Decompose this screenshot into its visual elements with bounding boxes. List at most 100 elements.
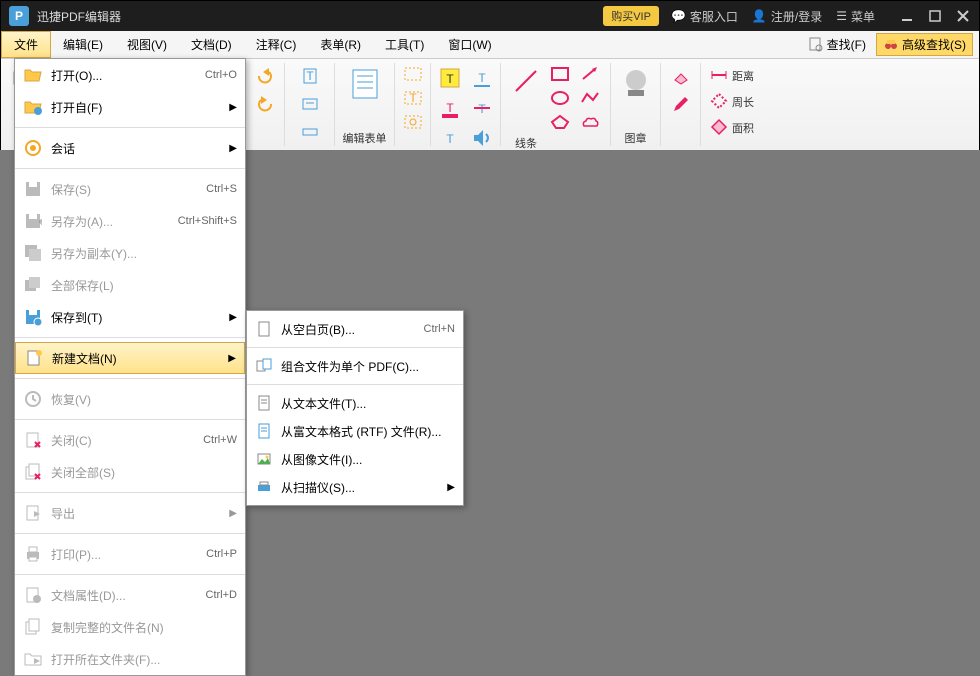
field-tool-1[interactable] bbox=[399, 63, 427, 85]
text-tool-3[interactable]: T bbox=[435, 123, 465, 151]
open-label: 打开(O)... bbox=[51, 67, 205, 84]
redo-button[interactable] bbox=[251, 91, 279, 117]
menu-save[interactable]: 保存(S) Ctrl+S bbox=[15, 173, 245, 205]
save-icon bbox=[23, 179, 43, 199]
menu-document[interactable]: 文档(D) bbox=[179, 31, 244, 58]
hamburger-icon: ☰ bbox=[836, 9, 847, 23]
submenu-from-text[interactable]: 从文本文件(T)... bbox=[247, 389, 463, 417]
submenu-arrow-icon: ▶ bbox=[229, 102, 237, 113]
text-select-tool[interactable]: T bbox=[296, 63, 324, 89]
ellipse-icon bbox=[550, 90, 570, 106]
undo-button[interactable] bbox=[251, 63, 279, 89]
menu-save-copy[interactable]: 另存为副本(Y)... bbox=[15, 237, 245, 269]
menu-new-document[interactable]: 新建文档(N) ▶ bbox=[15, 342, 245, 374]
field-tool-2[interactable]: T bbox=[399, 87, 427, 109]
menu-edit[interactable]: 编辑(E) bbox=[51, 31, 115, 58]
perimeter-tool[interactable]: 周长 bbox=[707, 89, 765, 113]
open-from-label: 打开自(F) bbox=[51, 99, 223, 116]
adv-find-label: 高级查找(S) bbox=[902, 36, 966, 53]
text-box-tool[interactable] bbox=[296, 91, 324, 117]
minimize-button[interactable] bbox=[899, 8, 915, 24]
properties-icon bbox=[23, 585, 43, 605]
polygon-tool[interactable] bbox=[546, 111, 574, 133]
export-icon bbox=[23, 503, 43, 523]
submenu-from-blank[interactable]: 从空白页(B)... Ctrl+N bbox=[247, 315, 463, 343]
close-button[interactable] bbox=[955, 8, 971, 24]
submenu-arrow-icon: ▶ bbox=[229, 508, 237, 519]
menu-print[interactable]: 打印(P)... Ctrl+P bbox=[15, 538, 245, 570]
support-label: 客服入口 bbox=[690, 8, 738, 25]
svg-text:T: T bbox=[478, 71, 486, 85]
submenu-from-image[interactable]: 从图像文件(I)... bbox=[247, 445, 463, 473]
save-cloud-icon bbox=[23, 307, 43, 327]
menu-window[interactable]: 窗口(W) bbox=[436, 31, 503, 58]
stamp-button[interactable] bbox=[615, 63, 657, 105]
find-button[interactable]: 查找(F) bbox=[802, 34, 872, 55]
menu-tool[interactable]: 工具(T) bbox=[373, 31, 436, 58]
save-as-shortcut: Ctrl+Shift+S bbox=[178, 215, 237, 227]
submenu-from-rtf[interactable]: 从富文本格式 (RTF) 文件(R)... bbox=[247, 417, 463, 445]
polyline-icon bbox=[580, 90, 600, 106]
line-tool[interactable] bbox=[508, 63, 544, 133]
menu-copy-filename[interactable]: 复制完整的文件名(N) bbox=[15, 611, 245, 643]
menu-close[interactable]: 关闭(C) Ctrl+W bbox=[15, 424, 245, 456]
menu-save-as[interactable]: ✎ 另存为(A)... Ctrl+Shift+S bbox=[15, 205, 245, 237]
menu-open-folder[interactable]: 打开所在文件夹(F)... bbox=[15, 643, 245, 675]
menu-doc-properties[interactable]: 文档属性(D)... Ctrl+D bbox=[15, 579, 245, 611]
polyline-tool[interactable] bbox=[576, 87, 604, 109]
menu-file[interactable]: 文件 bbox=[1, 31, 51, 58]
ellipse-tool[interactable] bbox=[546, 87, 574, 109]
menu-save-to[interactable]: 保存到(T) ▶ bbox=[15, 301, 245, 333]
login-button[interactable]: 👤 注册/登录 bbox=[752, 8, 822, 25]
menu-session[interactable]: 会话 ▶ bbox=[15, 132, 245, 164]
arrow-icon bbox=[580, 66, 600, 82]
buy-vip-button[interactable]: 购买VIP bbox=[603, 6, 659, 26]
submenu-arrow-icon: ▶ bbox=[447, 482, 455, 493]
hamburger-menu[interactable]: ☰ 菜单 bbox=[836, 8, 875, 25]
undo-icon bbox=[255, 66, 275, 86]
area-tool[interactable]: 面积 bbox=[707, 115, 765, 139]
pencil-tool[interactable] bbox=[667, 91, 695, 117]
menu-comment[interactable]: 注释(C) bbox=[244, 31, 309, 58]
maximize-button[interactable] bbox=[927, 8, 943, 24]
arrow-tool[interactable] bbox=[576, 63, 604, 85]
menu-form[interactable]: 表单(R) bbox=[308, 31, 373, 58]
support-button[interactable]: 💬 客服入口 bbox=[671, 8, 738, 25]
text-color-tool[interactable]: T bbox=[435, 93, 465, 123]
combine-icon bbox=[255, 357, 273, 375]
advanced-find-button[interactable]: 高级查找(S) bbox=[876, 33, 973, 56]
text-field-tool[interactable] bbox=[296, 119, 324, 145]
menu-save-all[interactable]: 全部保存(L) bbox=[15, 269, 245, 301]
menu-open[interactable]: 打开(O)... Ctrl+O bbox=[15, 59, 245, 91]
rect-tool[interactable] bbox=[546, 63, 574, 85]
rect-icon bbox=[550, 66, 570, 82]
submenu-combine[interactable]: 组合文件为单个 PDF(C)... bbox=[247, 352, 463, 380]
speaker-icon bbox=[470, 126, 494, 150]
separator bbox=[15, 127, 245, 128]
menu-view[interactable]: 视图(V) bbox=[115, 31, 179, 58]
underline-tool[interactable]: T bbox=[467, 63, 497, 93]
save-shortcut: Ctrl+S bbox=[206, 183, 237, 195]
close-doc-icon bbox=[23, 430, 43, 450]
highlight-tool[interactable]: T bbox=[435, 63, 465, 93]
document-search-icon bbox=[808, 37, 824, 53]
session-icon bbox=[23, 138, 43, 158]
sound-tool[interactable] bbox=[467, 123, 497, 151]
separator bbox=[15, 337, 245, 338]
cloud-tool[interactable] bbox=[576, 111, 604, 133]
perimeter-icon bbox=[710, 92, 728, 110]
eraser-tool[interactable] bbox=[667, 63, 695, 89]
from-image-label: 从图像文件(I)... bbox=[281, 451, 455, 468]
strikethrough-tool[interactable]: T bbox=[467, 93, 497, 123]
copy-filename-label: 复制完整的文件名(N) bbox=[51, 619, 237, 636]
field-tool-3[interactable] bbox=[399, 111, 427, 133]
separator bbox=[15, 168, 245, 169]
menu-open-from[interactable]: 打开自(F) ▶ bbox=[15, 91, 245, 123]
menu-restore[interactable]: 恢复(V) bbox=[15, 383, 245, 415]
menu-export[interactable]: 导出 ▶ bbox=[15, 497, 245, 529]
app-title: 迅捷PDF编辑器 bbox=[37, 8, 603, 25]
submenu-from-scanner[interactable]: 从扫描仪(S)... ▶ bbox=[247, 473, 463, 501]
distance-tool[interactable]: 距离 bbox=[707, 63, 765, 87]
menu-close-all[interactable]: 关闭全部(S) bbox=[15, 456, 245, 488]
edit-form-button[interactable] bbox=[344, 63, 386, 105]
